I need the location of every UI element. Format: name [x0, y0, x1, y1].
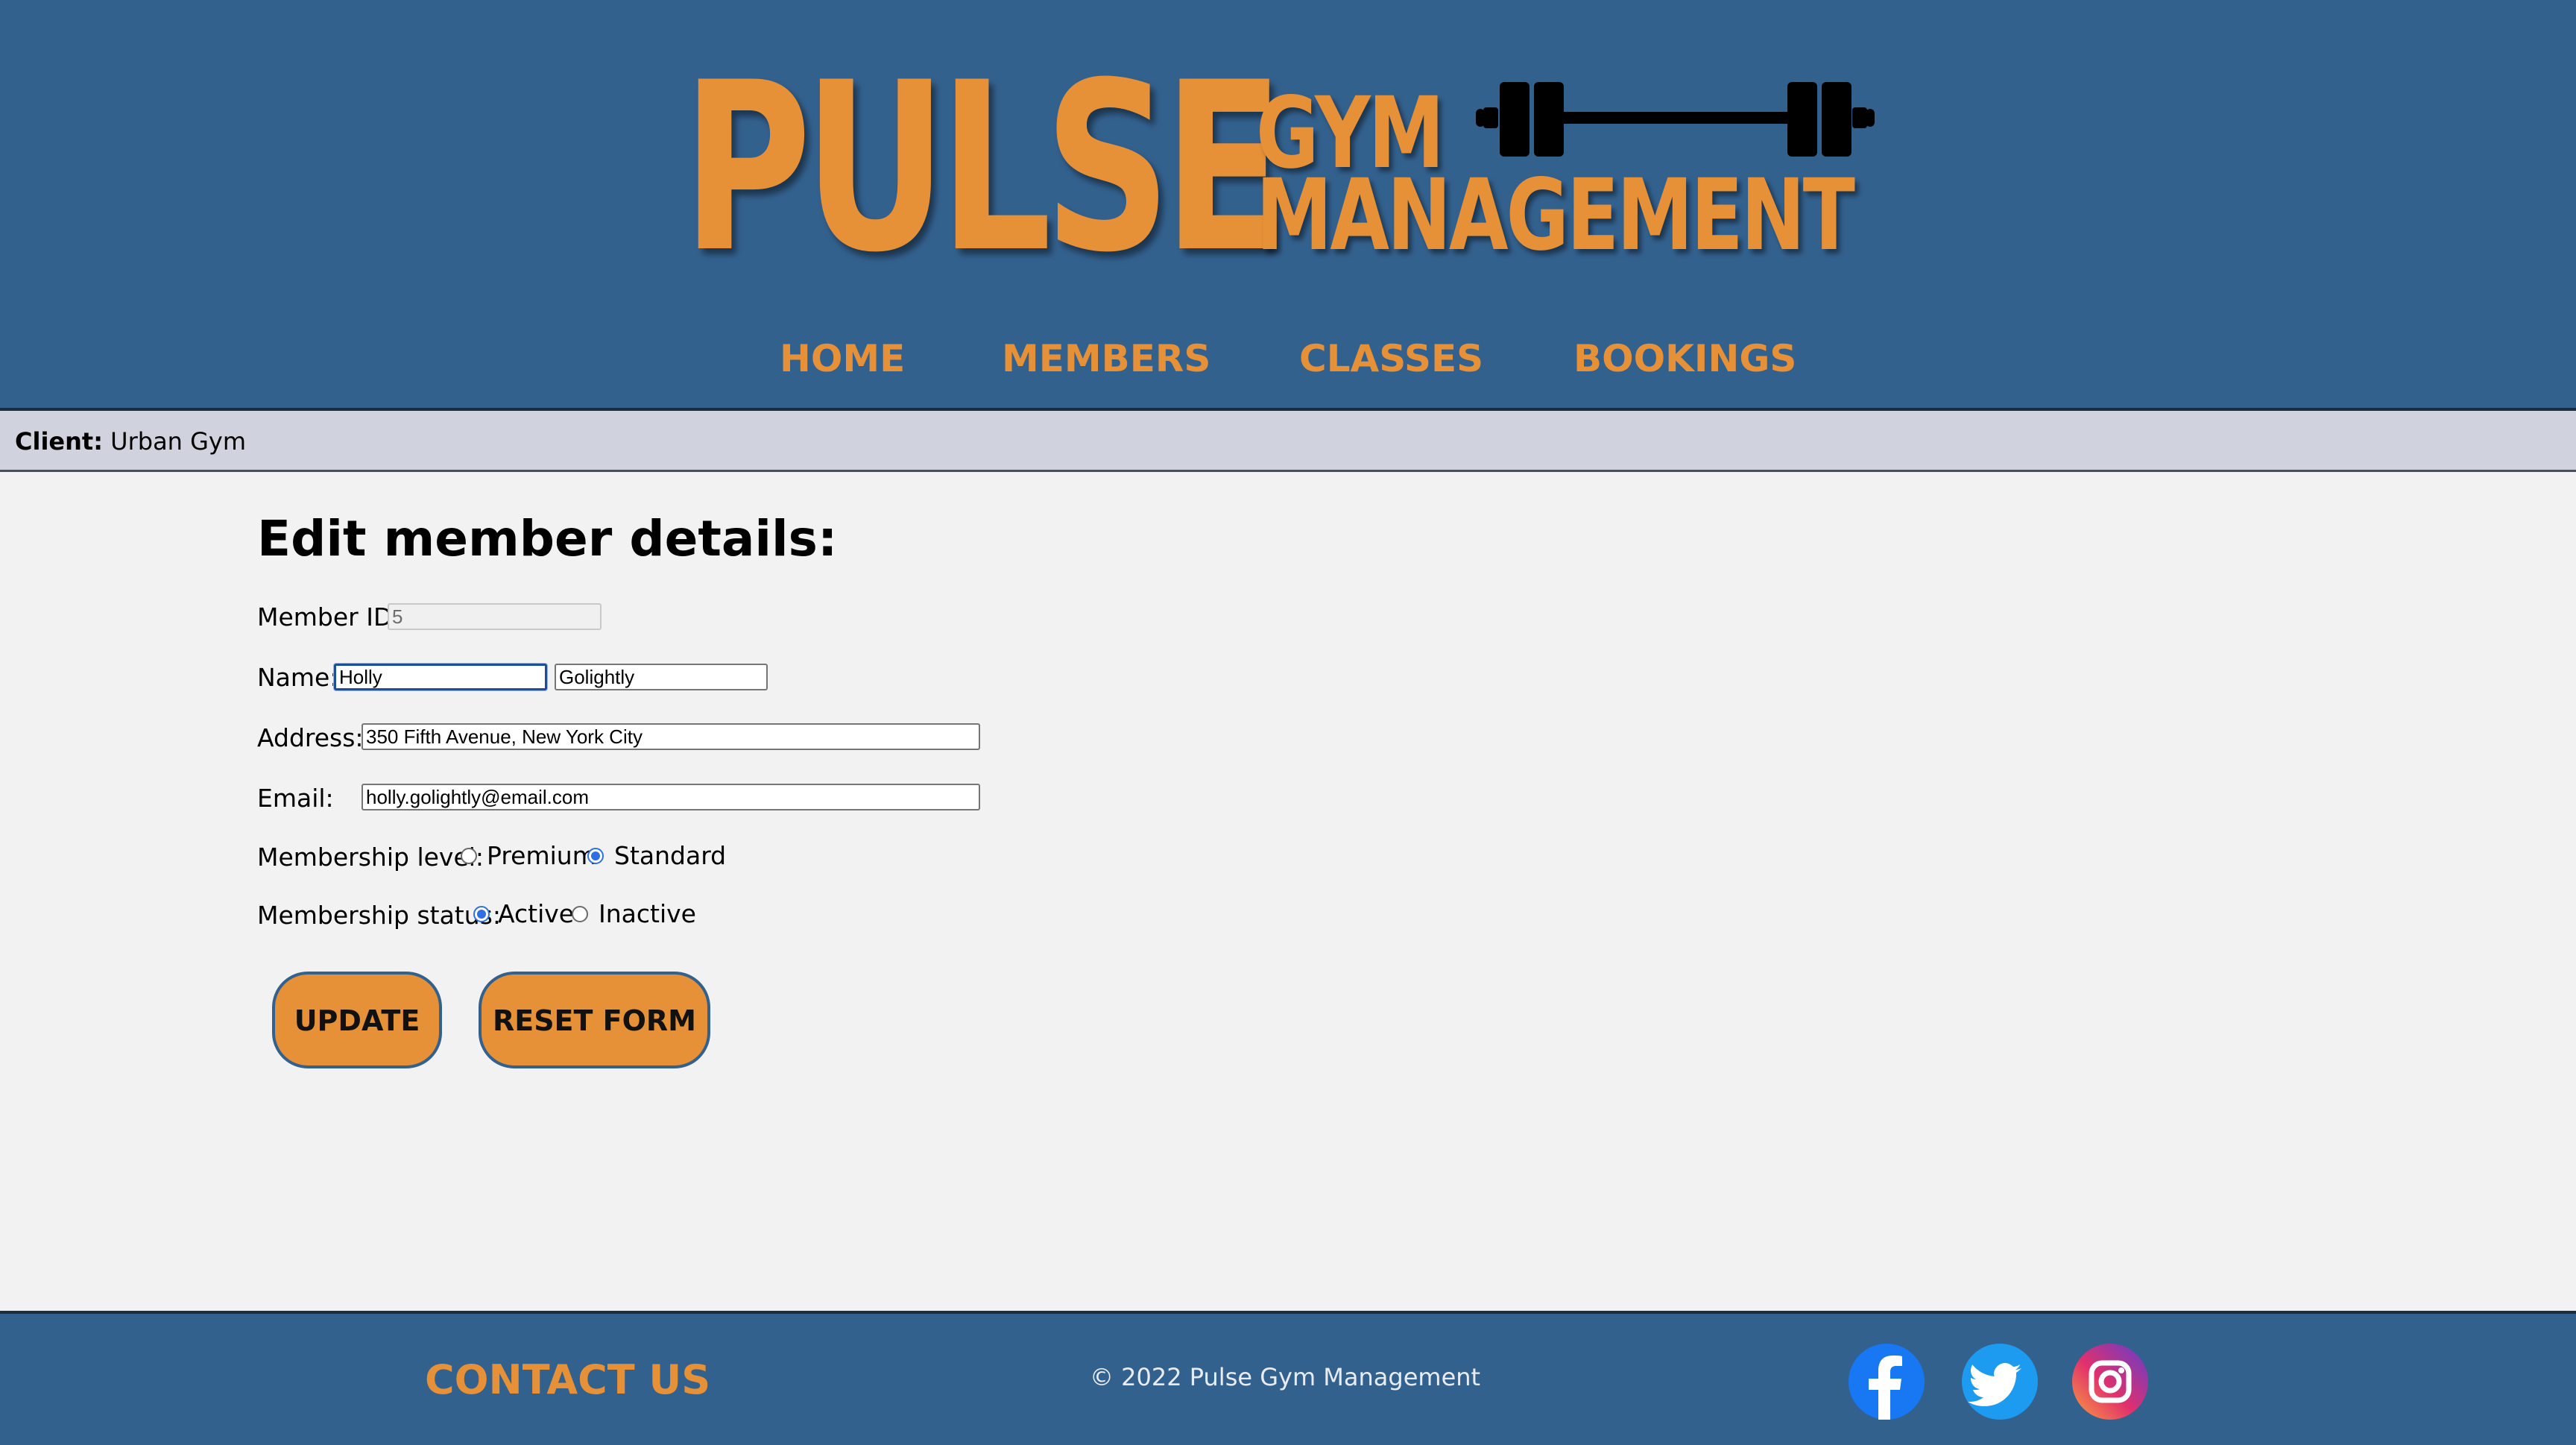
client-label: Client: — [15, 427, 103, 456]
name-label: Name: — [257, 662, 338, 692]
membership-status-label: Membership status: — [257, 900, 501, 930]
page-title: Edit member details: — [257, 510, 838, 567]
premium-label[interactable]: Premium — [487, 837, 596, 875]
address-row: Address: — [257, 718, 364, 755]
update-button[interactable]: UPDATE — [272, 972, 442, 1068]
barbell-icon — [1476, 82, 1875, 157]
twitter-icon[interactable] — [1962, 1344, 2038, 1420]
site-header: PULSE GYM MANAGEMENT HOME MEMBERS CLASSE… — [0, 0, 2576, 411]
email-field[interactable] — [362, 784, 980, 810]
active-radio[interactable] — [473, 906, 490, 922]
address-field[interactable] — [362, 723, 980, 750]
nav-bookings[interactable]: BOOKINGS — [1573, 333, 1796, 385]
copyright-text: © 2022 Pulse Gym Management — [1090, 1363, 1481, 1391]
name-row: Name: — [257, 658, 338, 695]
last-name-field[interactable] — [555, 664, 768, 690]
nav-classes[interactable]: CLASSES — [1299, 333, 1483, 385]
premium-radio[interactable] — [461, 848, 477, 864]
pulse-gym-logo[interactable]: PULSE GYM MANAGEMENT — [682, 32, 1875, 303]
member-id-label: Member ID: — [257, 602, 401, 632]
contact-us-link[interactable]: CONTACT US — [425, 1354, 710, 1406]
email-row: Email: — [257, 778, 334, 816]
inactive-label[interactable]: Inactive — [599, 895, 696, 933]
standard-label[interactable]: Standard — [614, 837, 726, 875]
standard-radio[interactable] — [587, 848, 604, 864]
membership-status-row: Membership status: Active Inactive — [257, 895, 779, 933]
member-id-field — [388, 603, 602, 630]
nav-home[interactable]: HOME — [780, 333, 905, 385]
inactive-radio[interactable] — [572, 906, 588, 922]
nav-members[interactable]: MEMBERS — [1002, 333, 1210, 385]
instagram-icon[interactable] — [2072, 1344, 2148, 1420]
client-name: Urban Gym — [110, 427, 247, 456]
site-footer: CONTACT US © 2022 Pulse Gym Management — [0, 1311, 2576, 1445]
logo-management-text: MANAGEMENT — [1256, 158, 1855, 273]
facebook-icon[interactable] — [1849, 1344, 1925, 1420]
first-name-field[interactable] — [334, 664, 547, 690]
email-label: Email: — [257, 783, 334, 813]
membership-level-label: Membership level: — [257, 842, 484, 872]
reset-form-button[interactable]: RESET FORM — [479, 972, 710, 1068]
membership-level-row: Membership level: Premium Standard — [257, 837, 779, 875]
active-label[interactable]: Active — [498, 895, 574, 933]
client-bar: Client: Urban Gym — [0, 411, 2576, 472]
member-id-row: Member ID: — [257, 597, 401, 635]
logo-pulse-text: PULSE — [682, 32, 1284, 303]
main-nav: HOME MEMBERS CLASSES BOOKINGS — [0, 333, 2576, 385]
address-label: Address: — [257, 722, 364, 752]
